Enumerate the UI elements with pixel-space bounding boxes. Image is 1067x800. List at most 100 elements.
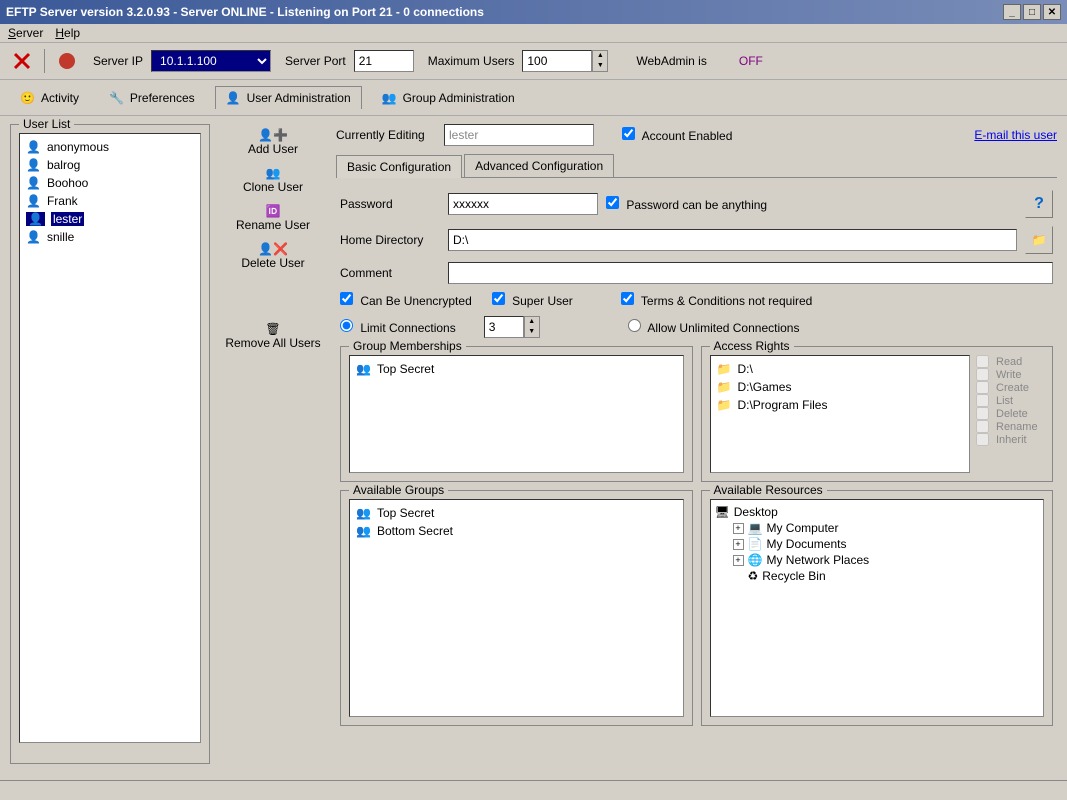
limit-conn-input[interactable] (484, 316, 524, 338)
user-list-panel: User List 👤anonymous 👤balrog 👤Boohoo 👤Fr… (10, 124, 210, 764)
group-item[interactable]: 👥Top Secret (354, 504, 679, 522)
tab-activity[interactable]: 🙂 Activity (10, 86, 89, 109)
add-user-button[interactable]: 👤➕ Add User (218, 126, 328, 162)
user-list[interactable]: 👤anonymous 👤balrog 👤Boohoo 👤Frank 👤leste… (19, 133, 201, 743)
main-content: User List 👤anonymous 👤balrog 👤Boohoo 👤Fr… (0, 116, 1067, 780)
tab-basic-config[interactable]: Basic Configuration (336, 155, 462, 178)
right-rename[interactable]: Rename (976, 420, 1044, 433)
unlimited-conn-radio[interactable] (628, 319, 641, 332)
group-icon: 👥 (356, 506, 371, 520)
terms-label[interactable]: Terms & Conditions not required (621, 292, 813, 308)
remove-all-users-button[interactable]: 🗑 Remove All Users (218, 320, 328, 356)
path-item[interactable]: 📁D:\Games (715, 378, 966, 396)
expand-icon[interactable]: + (733, 555, 744, 566)
basic-config-form: Password Password can be anything ? Home… (336, 182, 1057, 734)
access-rights-legend: Access Rights (710, 339, 794, 353)
password-label: Password (340, 197, 440, 211)
right-read[interactable]: Read (976, 355, 1044, 368)
tree-node-my-computer[interactable]: + 💻 My Computer (733, 520, 1040, 536)
clone-user-button[interactable]: 👥 Clone User (218, 164, 328, 200)
access-paths-list[interactable]: 📁D:\ 📁D:\Games 📁D:\Program Files (710, 355, 971, 473)
folder-icon: 📁 (1032, 233, 1047, 247)
menu-help[interactable]: Help (55, 26, 80, 40)
account-enabled-checkbox[interactable] (622, 127, 635, 140)
resources-tree[interactable]: 🖥 Desktop + 💻 My Computer + (710, 499, 1045, 717)
group-memberships-list[interactable]: 👥Top Secret (349, 355, 684, 473)
desktop-icon: 🖥 (715, 505, 730, 519)
password-input[interactable] (448, 193, 598, 215)
tree-node-desktop[interactable]: 🖥 Desktop (715, 504, 1040, 520)
account-enabled-checkbox-label[interactable]: Account Enabled (622, 127, 732, 143)
tree-node-recycle-bin[interactable]: ♻ Recycle Bin (733, 568, 1040, 584)
user-item-lester[interactable]: 👤lester (22, 210, 198, 228)
password-anything-checkbox[interactable] (606, 196, 619, 209)
remove-all-icon: 🗑 (265, 322, 280, 336)
status-icon[interactable] (55, 49, 79, 73)
user-icon: 👤 (26, 194, 41, 208)
path-item[interactable]: 📁D:\Program Files (715, 396, 966, 414)
network-icon: 🌐 (748, 553, 763, 567)
max-users-spinner[interactable]: ▲▼ (592, 50, 608, 72)
right-write[interactable]: Write (976, 368, 1044, 381)
maximize-button[interactable]: □ (1023, 4, 1041, 20)
delete-icon[interactable] (10, 49, 34, 73)
super-user-checkbox[interactable] (492, 292, 505, 305)
webadmin-status: OFF (739, 54, 763, 68)
user-icon: 👤 (26, 140, 41, 154)
user-item-anonymous[interactable]: 👤anonymous (22, 138, 198, 156)
right-list[interactable]: List (976, 394, 1044, 407)
rename-user-button[interactable]: 🆔 Rename User (218, 202, 328, 238)
home-dir-input[interactable] (448, 229, 1017, 251)
group-item[interactable]: 👥Bottom Secret (354, 522, 679, 540)
help-button[interactable]: ? (1025, 190, 1053, 218)
limit-conn-spinner[interactable]: ▲▼ (524, 316, 540, 338)
server-ip-label: Server IP (93, 54, 143, 68)
minimize-button[interactable]: _ (1003, 4, 1021, 20)
currently-editing-input[interactable] (444, 124, 594, 146)
super-user-label[interactable]: Super User (492, 292, 573, 308)
right-delete[interactable]: Delete (976, 407, 1044, 420)
available-groups-list[interactable]: 👥Top Secret 👥Bottom Secret (349, 499, 684, 717)
browse-button[interactable]: 📁 (1025, 226, 1053, 254)
user-item-boohoo[interactable]: 👤Boohoo (22, 174, 198, 192)
group-item[interactable]: 👥Top Secret (354, 360, 679, 378)
user-icon: 👤 (226, 91, 241, 105)
max-users-input[interactable] (522, 50, 592, 72)
user-item-frank[interactable]: 👤Frank (22, 192, 198, 210)
tree-node-my-documents[interactable]: + 📄 My Documents (733, 536, 1040, 552)
tab-user-admin[interactable]: 👤 User Administration (215, 86, 362, 109)
tab-group-admin[interactable]: 👥 Group Administration (372, 86, 525, 109)
user-icon: 👤 (26, 158, 41, 172)
user-item-snille[interactable]: 👤snille (22, 228, 198, 246)
comment-label: Comment (340, 266, 440, 280)
unencrypted-checkbox[interactable] (340, 292, 353, 305)
expand-icon[interactable]: + (733, 523, 744, 534)
close-button[interactable]: ✕ (1043, 4, 1061, 20)
limit-conn-label[interactable]: Limit Connections (340, 319, 456, 335)
terms-checkbox[interactable] (621, 292, 634, 305)
unlimited-conn-label[interactable]: Allow Unlimited Connections (628, 319, 800, 335)
group-memberships-legend: Group Memberships (349, 339, 466, 353)
help-icon: ? (1034, 195, 1044, 213)
server-port-input[interactable] (354, 50, 414, 72)
group-icon: 👥 (356, 362, 371, 376)
expand-icon[interactable]: + (733, 539, 744, 550)
menu-server[interactable]: Server (8, 26, 43, 40)
group-icon: 👥 (382, 91, 397, 105)
tab-preferences[interactable]: 🔧 Preferences (99, 86, 205, 109)
tree-node-network[interactable]: + 🌐 My Network Places (733, 552, 1040, 568)
right-inherit[interactable]: Inherit (976, 433, 1044, 446)
right-create[interactable]: Create (976, 381, 1044, 394)
password-anything-label[interactable]: Password can be anything (606, 196, 767, 212)
user-item-balrog[interactable]: 👤balrog (22, 156, 198, 174)
tab-advanced-config[interactable]: Advanced Configuration (464, 154, 614, 177)
email-user-link[interactable]: E-mail this user (974, 128, 1057, 142)
user-icon: 👤 (26, 176, 41, 190)
comment-input[interactable] (448, 262, 1053, 284)
server-ip-select[interactable]: 10.1.1.100 (151, 50, 271, 72)
delete-user-button[interactable]: 👤❌ Delete User (218, 240, 328, 276)
path-item[interactable]: 📁D:\ (715, 360, 966, 378)
recycle-icon: ♻ (748, 569, 759, 583)
unencrypted-label[interactable]: Can Be Unencrypted (340, 292, 472, 308)
limit-conn-radio[interactable] (340, 319, 353, 332)
